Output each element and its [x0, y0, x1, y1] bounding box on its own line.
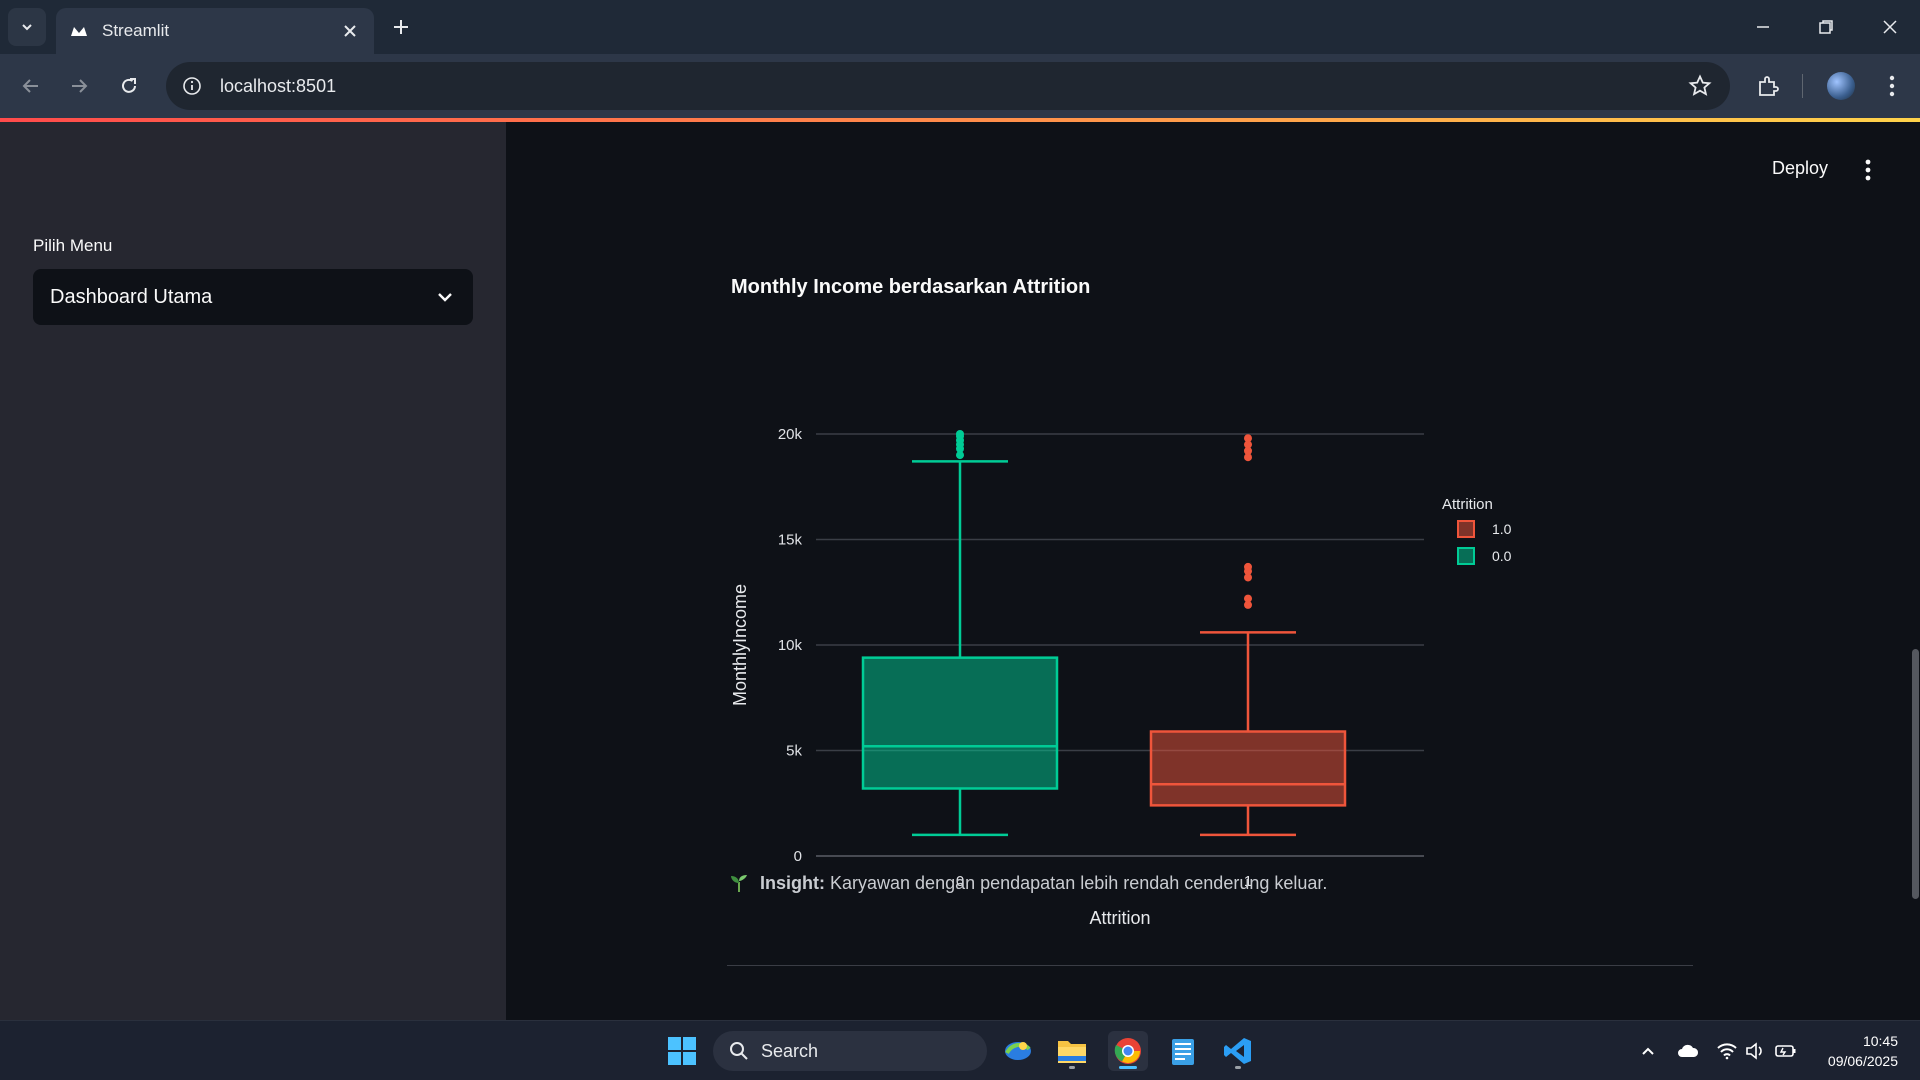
tab-search-button[interactable] [8, 8, 46, 46]
y-axis-title: MonthlyIncome [730, 584, 750, 706]
section-divider [727, 965, 1693, 966]
outlier-point [956, 430, 964, 438]
outlier-point [1244, 434, 1252, 443]
notepad-icon[interactable] [1163, 1031, 1203, 1071]
outlier-point [1244, 594, 1252, 603]
tab-title: Streamlit [102, 21, 170, 40]
chrome-taskbar-icon[interactable] [1108, 1031, 1148, 1071]
browser-tabbar: Streamlit [0, 0, 1920, 54]
url-text: localhost:8501 [220, 75, 337, 96]
vscode-icon[interactable] [1218, 1031, 1258, 1071]
app-menu-icon[interactable] [1856, 156, 1880, 184]
box-iqr [861, 656, 1059, 790]
insight-text: Karyawan dengan pendapatan lebih rendah … [830, 872, 1328, 893]
forward-arrow-icon[interactable] [63, 70, 95, 102]
streamlit-favicon-icon [70, 22, 88, 40]
sidebar: Pilih Menu Dashboard Utama [0, 122, 506, 1020]
insight-label: Insight: [760, 872, 825, 893]
y-tick-label: 5k [786, 743, 802, 760]
onedrive-cloud-icon[interactable] [1676, 1039, 1700, 1063]
outlier-point [1244, 562, 1252, 571]
menu-label: Pilih Menu [33, 236, 113, 255]
chevron-down-icon [438, 293, 452, 302]
bookmark-star-icon[interactable] [1688, 74, 1712, 98]
boxplot-chart[interactable]: 05k10k15k20k0 1AttritionMonthlyIncomeAttr… [716, 352, 1716, 952]
back-arrow-icon[interactable] [15, 70, 47, 102]
search-icon [730, 1042, 748, 1060]
address-bar[interactable]: localhost:8501 [166, 62, 1730, 110]
main-scrollbar[interactable] [1912, 649, 1919, 899]
wifi-icon[interactable] [1715, 1039, 1739, 1063]
taskbar: Search 10:45 09/06/2025 [0, 1020, 1920, 1080]
battery-icon[interactable] [1774, 1039, 1798, 1063]
legend-swatch [1457, 520, 1475, 538]
system-clock[interactable]: 10:45 09/06/2025 [1828, 1031, 1898, 1071]
legend-title: Attrition [1442, 496, 1493, 513]
chart-title: Monthly Income berdasarkan Attrition [731, 276, 1091, 298]
legend-label: 1.0 [1492, 521, 1512, 537]
x-axis-title: Attrition [1089, 908, 1150, 928]
extensions-icon[interactable] [1752, 70, 1784, 102]
y-tick-label: 15k [778, 532, 803, 549]
box-iqr [1149, 730, 1347, 807]
menu-selected-value: Dashboard Utama [50, 285, 213, 308]
y-tick-label: 20k [778, 426, 803, 443]
y-tick-label: 10k [778, 637, 803, 654]
browser-menu-icon[interactable] [1876, 70, 1908, 102]
search-label: Search [761, 1040, 819, 1061]
file-explorer-icon[interactable] [1052, 1031, 1092, 1071]
reload-icon[interactable] [113, 70, 145, 102]
tab-close-icon[interactable] [340, 21, 360, 41]
clock-time: 10:45 [1862, 1033, 1898, 1049]
restore-icon[interactable] [1811, 12, 1841, 42]
taskbar-search[interactable]: Search [713, 1031, 987, 1071]
y-tick-label: 0 [794, 848, 802, 865]
main-content: Deploy Monthly Income berdasarkan Attrit… [506, 122, 1920, 1020]
browser-toolbar: localhost:8501 [0, 54, 1920, 118]
tray-chevron-up-icon[interactable] [1636, 1039, 1660, 1063]
legend-swatch [1457, 547, 1475, 565]
toolbar-divider [1802, 74, 1803, 98]
browser-tab[interactable]: Streamlit [56, 8, 374, 54]
window-close-icon[interactable] [1875, 12, 1905, 42]
clock-date: 09/06/2025 [1827, 1053, 1898, 1069]
menu-select[interactable]: Dashboard Utama [33, 269, 473, 325]
insight-callout: Insight: Karyawan dengan pendapatan lebi… [728, 872, 1327, 894]
sprout-icon [731, 875, 747, 892]
chevron-down-icon [22, 24, 32, 31]
widgets-app-icon[interactable] [998, 1031, 1038, 1071]
minimize-icon[interactable] [1748, 12, 1778, 42]
legend-label: 0.0 [1492, 548, 1512, 564]
windows-start-icon[interactable] [662, 1031, 702, 1071]
new-tab-icon[interactable] [388, 14, 414, 40]
profile-avatar[interactable] [1825, 70, 1857, 102]
volume-icon[interactable] [1743, 1039, 1767, 1063]
site-info-icon[interactable] [182, 76, 202, 96]
deploy-button[interactable]: Deploy [1772, 158, 1828, 179]
